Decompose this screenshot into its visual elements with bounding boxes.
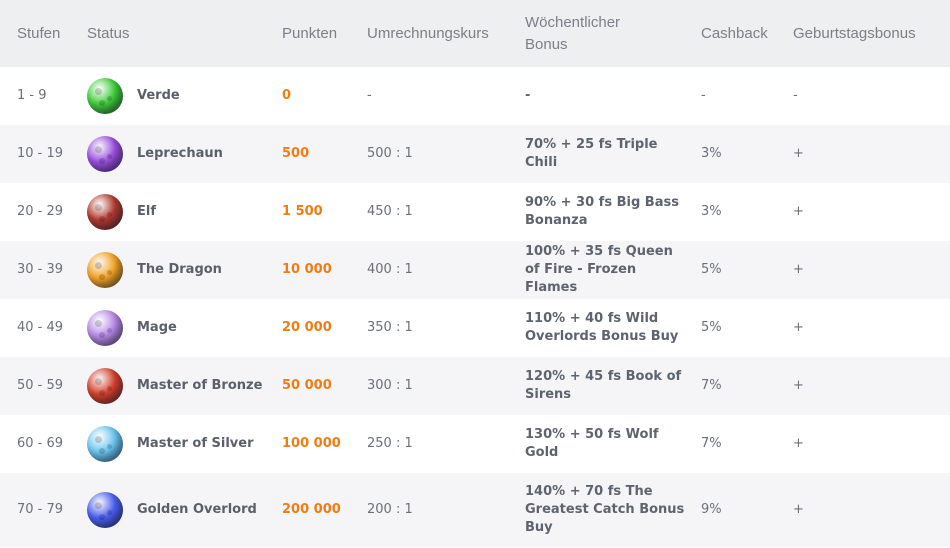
birthday-bonus-value: +: [793, 320, 804, 335]
orange-planet-icon: [87, 252, 123, 288]
level-range: 40 - 49: [17, 320, 64, 335]
cashback-value: 7%: [701, 436, 722, 451]
weekly-bonus: 90% + 30 fs Big Bass Bonanza: [525, 195, 679, 228]
status-name: Leprechaun: [137, 146, 223, 161]
lava-planet-icon: [87, 368, 123, 404]
level-range: 1 - 9: [17, 88, 47, 103]
weekly-bonus: 130% + 50 fs Wolf Gold: [525, 427, 659, 460]
points-value: 500: [282, 146, 310, 161]
level-range: 10 - 19: [17, 146, 64, 161]
cashback-value: 5%: [701, 262, 722, 277]
header-levels: Stufen: [17, 24, 61, 42]
cashback-value: 3%: [701, 146, 722, 161]
table-row: 60 - 69 Master of Silver 100 000 250 : 1…: [0, 415, 950, 473]
points-value: 20 000: [282, 320, 332, 335]
weekly-bonus: 120% + 45 fs Book of Sirens: [525, 369, 682, 402]
conversion-rate: 350 : 1: [367, 320, 413, 335]
points-value: 50 000: [282, 378, 332, 393]
conversion-rate: 200 : 1: [367, 502, 413, 517]
status-name: Elf: [137, 204, 156, 219]
table-row: 1 - 9 Verde 0 - - - -: [0, 67, 950, 125]
header-birthday-bonus: Geburtstagsbonus: [793, 24, 916, 42]
ice-planet-icon: [87, 426, 123, 462]
red-rock-planet-icon: [87, 194, 123, 230]
points-value: 10 000: [282, 262, 332, 277]
table-row: 40 - 49 Mage 20 000 350 : 1 110% + 40 fs…: [0, 299, 950, 357]
conversion-rate: 250 : 1: [367, 436, 413, 451]
birthday-bonus-value: -: [793, 88, 798, 103]
table-header: Stufen Status Punkten Umrechnungskurs Wö…: [0, 0, 950, 67]
header-rate: Umrechnungskurs: [367, 24, 489, 42]
vip-levels-table: Stufen Status Punkten Umrechnungskurs Wö…: [0, 0, 950, 547]
header-weekly-bonus: Wöchentlicher Bonus: [525, 13, 621, 53]
status-name: Mage: [137, 320, 177, 335]
conversion-rate: -: [367, 88, 372, 103]
level-range: 60 - 69: [17, 436, 64, 451]
table-body: 1 - 9 Verde 0 - - - - 10 - 19 Leprechaun…: [0, 67, 950, 547]
table-row: 10 - 19 Leprechaun 500 500 : 1 70% + 25 …: [0, 125, 950, 183]
status-name: Master of Bronze: [137, 378, 263, 393]
status-name: The Dragon: [137, 262, 222, 277]
conversion-rate: 300 : 1: [367, 378, 413, 393]
blue-planet-icon: [87, 492, 123, 528]
table-row: 50 - 59 Master of Bronze 50 000 300 : 1 …: [0, 357, 950, 415]
birthday-bonus-value: +: [793, 378, 804, 393]
conversion-rate: 400 : 1: [367, 262, 413, 277]
birthday-bonus-value: +: [793, 204, 804, 219]
green-planet-icon: [87, 78, 123, 114]
status-name: Golden Overlord: [137, 502, 257, 517]
header-status: Status: [87, 24, 130, 42]
weekly-bonus: 70% + 25 fs Triple Chili: [525, 137, 658, 170]
level-range: 30 - 39: [17, 262, 64, 277]
cashback-value: 9%: [701, 502, 722, 517]
birthday-bonus-value: +: [793, 262, 804, 277]
weekly-bonus: 110% + 40 fs Wild Overlords Bonus Buy: [525, 311, 679, 344]
cashback-value: -: [701, 88, 706, 103]
purple-planet-icon: [87, 136, 123, 172]
birthday-bonus-value: +: [793, 502, 804, 517]
table-row: 70 - 79 Golden Overlord 200 000 200 : 1 …: [0, 473, 950, 547]
conversion-rate: 450 : 1: [367, 204, 413, 219]
cashback-value: 7%: [701, 378, 722, 393]
header-points: Punkten: [282, 24, 338, 42]
cashback-value: 3%: [701, 204, 722, 219]
status-name: Verde: [137, 88, 180, 103]
birthday-bonus-value: +: [793, 436, 804, 451]
points-value: 1 500: [282, 204, 323, 219]
header-cashback: Cashback: [701, 24, 768, 42]
weekly-bonus: -: [525, 88, 531, 103]
points-value: 200 000: [282, 502, 341, 517]
points-value: 100 000: [282, 436, 341, 451]
level-range: 20 - 29: [17, 204, 64, 219]
level-range: 70 - 79: [17, 502, 64, 517]
birthday-bonus-value: +: [793, 146, 804, 161]
weekly-bonus: 140% + 70 fs The Greatest Catch Bonus Bu…: [525, 484, 685, 535]
points-value: 0: [282, 88, 292, 103]
cashback-value: 5%: [701, 320, 722, 335]
weekly-bonus: 100% + 35 fs Queen of Fire - Frozen Flam…: [525, 244, 673, 295]
level-range: 50 - 59: [17, 378, 64, 393]
table-row: 20 - 29 Elf 1 500 450 : 1 90% + 30 fs Bi…: [0, 183, 950, 241]
table-row: 30 - 39 The Dragon 10 000 400 : 1 100% +…: [0, 241, 950, 299]
lilac-planet-icon: [87, 310, 123, 346]
status-name: Master of Silver: [137, 436, 254, 451]
conversion-rate: 500 : 1: [367, 146, 413, 161]
